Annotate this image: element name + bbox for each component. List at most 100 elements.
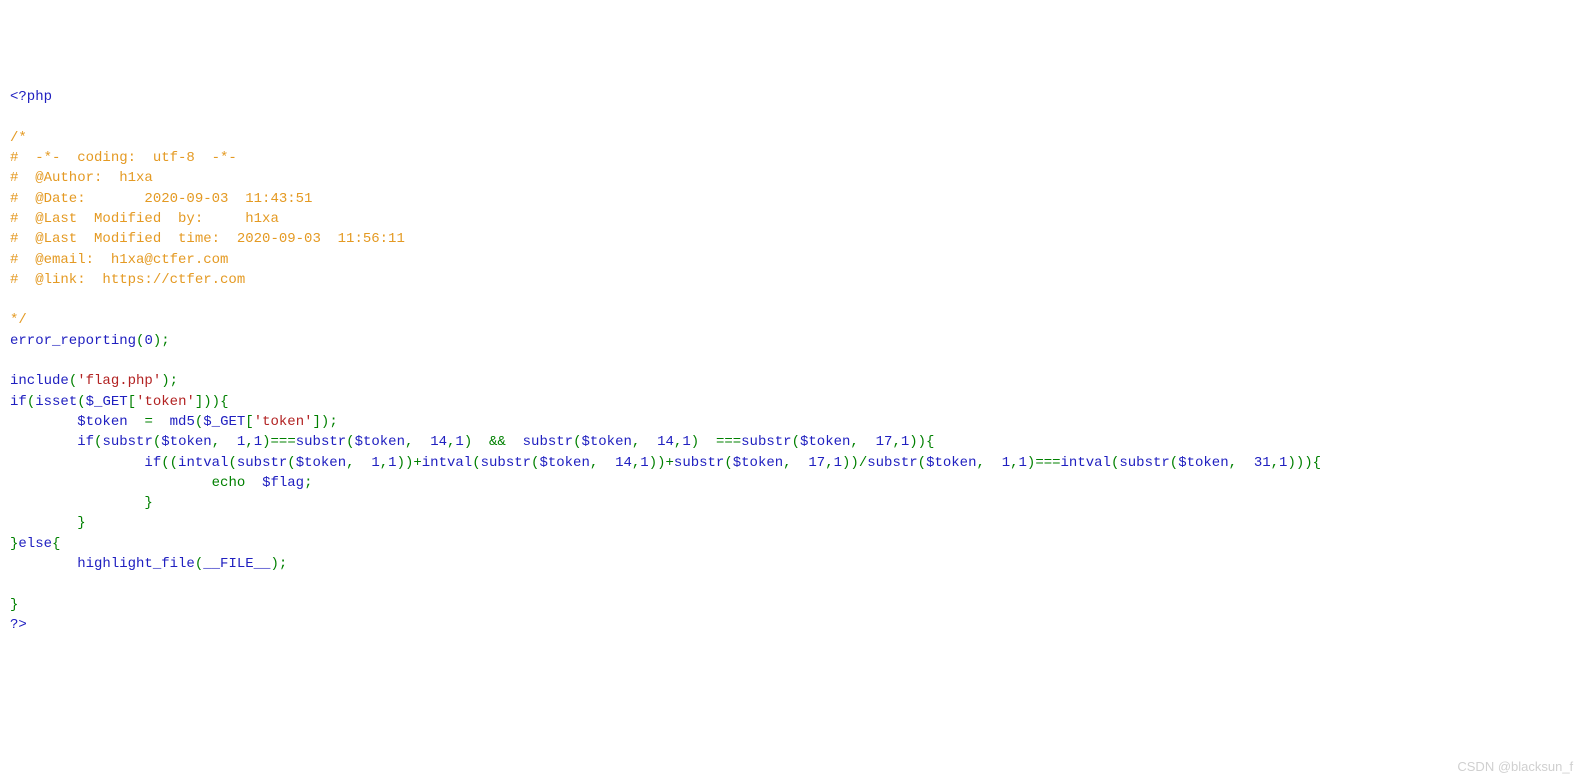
fn-substr: substr	[1119, 455, 1169, 471]
comma: ,	[1229, 455, 1254, 471]
num: 14	[430, 434, 447, 450]
kw-else: else	[18, 536, 52, 552]
paren: (	[77, 394, 85, 410]
num: 1	[371, 455, 379, 471]
kw-include: include	[10, 373, 69, 389]
paren: (	[472, 455, 480, 471]
code-block: <?php /* # -*- coding: utf-8 -*- # @Auth…	[10, 87, 1574, 635]
fn-substr: substr	[867, 455, 917, 471]
num: 14	[657, 434, 674, 450]
kw-if: if	[144, 455, 161, 471]
num: 1	[388, 455, 396, 471]
var-get: $_GET	[86, 394, 128, 410]
php-close-tag: ?>	[10, 617, 27, 633]
bracket: [	[245, 414, 253, 430]
paren: ))+	[397, 455, 422, 471]
fn-substr: substr	[674, 455, 724, 471]
paren: ) ===	[691, 434, 741, 450]
fn-intval: intval	[178, 455, 228, 471]
sp	[245, 475, 262, 491]
fn-md5: md5	[170, 414, 195, 430]
op: =	[128, 414, 170, 430]
var-token: $token	[539, 455, 589, 471]
comma: ,	[825, 455, 833, 471]
paren: (	[195, 556, 203, 572]
comma: ,	[1010, 455, 1018, 471]
comma: ,	[405, 434, 430, 450]
fn-substr: substr	[237, 455, 287, 471]
comment-line: # @Author: h1xa	[10, 170, 153, 186]
paren: (	[792, 434, 800, 450]
fn-substr: substr	[481, 455, 531, 471]
num: 14	[615, 455, 632, 471]
var-token: $token	[581, 434, 631, 450]
comment-line: # @Date: 2020-09-03 11:43:51	[10, 191, 312, 207]
paren: (	[724, 455, 732, 471]
var-token: $token	[800, 434, 850, 450]
comment-line: # @email: h1xa@ctfer.com	[10, 252, 228, 268]
comma: ,	[1271, 455, 1279, 471]
fn-error-reporting: error_reporting	[10, 333, 136, 349]
paren: (	[918, 455, 926, 471]
semi: ;	[304, 475, 312, 491]
paren: (	[228, 455, 236, 471]
paren: );	[153, 333, 170, 349]
str-token: 'token'	[254, 414, 313, 430]
num: 1	[901, 434, 909, 450]
comma: ,	[590, 455, 615, 471]
num: 1	[1002, 455, 1010, 471]
var-token: $token	[1178, 455, 1228, 471]
bracket: ])){	[195, 394, 229, 410]
paren: ))){	[1287, 455, 1321, 471]
paren: (	[1170, 455, 1178, 471]
paren: )){	[909, 434, 934, 450]
brace: }	[10, 597, 18, 613]
comma: ,	[212, 434, 237, 450]
paren: ) &&	[464, 434, 523, 450]
brace: {	[52, 536, 60, 552]
var-flag: $flag	[262, 475, 304, 491]
num: 1	[1019, 455, 1027, 471]
paren: (	[153, 434, 161, 450]
var-token: $token	[733, 455, 783, 471]
paren: (	[287, 455, 295, 471]
var-token: $token	[926, 455, 976, 471]
comment-line: # @Last Modified by: h1xa	[10, 211, 279, 227]
paren: )===	[262, 434, 296, 450]
paren: (	[346, 434, 354, 450]
var-token: $token	[161, 434, 211, 450]
num: 1	[254, 434, 262, 450]
comma: ,	[850, 434, 875, 450]
fn-isset: isset	[35, 394, 77, 410]
comment-line: # -*- coding: utf-8 -*-	[10, 150, 237, 166]
kw-if: if	[77, 434, 94, 450]
paren: ((	[161, 455, 178, 471]
comma: ,	[976, 455, 1001, 471]
comma: ,	[632, 434, 657, 450]
str-flag-php: 'flag.php'	[77, 373, 161, 389]
comma: ,	[783, 455, 808, 471]
comma: ,	[346, 455, 371, 471]
fn-substr: substr	[296, 434, 346, 450]
paren: );	[270, 556, 287, 572]
comma: ,	[380, 455, 388, 471]
str-token: 'token'	[136, 394, 195, 410]
var-token: $token	[296, 455, 346, 471]
fn-substr: substr	[741, 434, 791, 450]
kw-echo: echo	[212, 475, 246, 491]
comma: ,	[892, 434, 900, 450]
num: 17	[808, 455, 825, 471]
var-token: $token	[77, 414, 127, 430]
num-zero: 0	[144, 333, 152, 349]
watermark: CSDN @blacksun_fm	[1457, 758, 1574, 777]
var-get: $_GET	[203, 414, 245, 430]
fn-intval: intval	[422, 455, 472, 471]
fn-substr: substr	[523, 434, 573, 450]
fn-highlight-file: highlight_file	[77, 556, 195, 572]
php-open-tag: <?php	[10, 89, 52, 105]
comment-close: */	[10, 312, 27, 328]
comma: ,	[245, 434, 253, 450]
paren: )===	[1027, 455, 1061, 471]
fn-intval: intval	[1061, 455, 1111, 471]
paren: );	[161, 373, 178, 389]
